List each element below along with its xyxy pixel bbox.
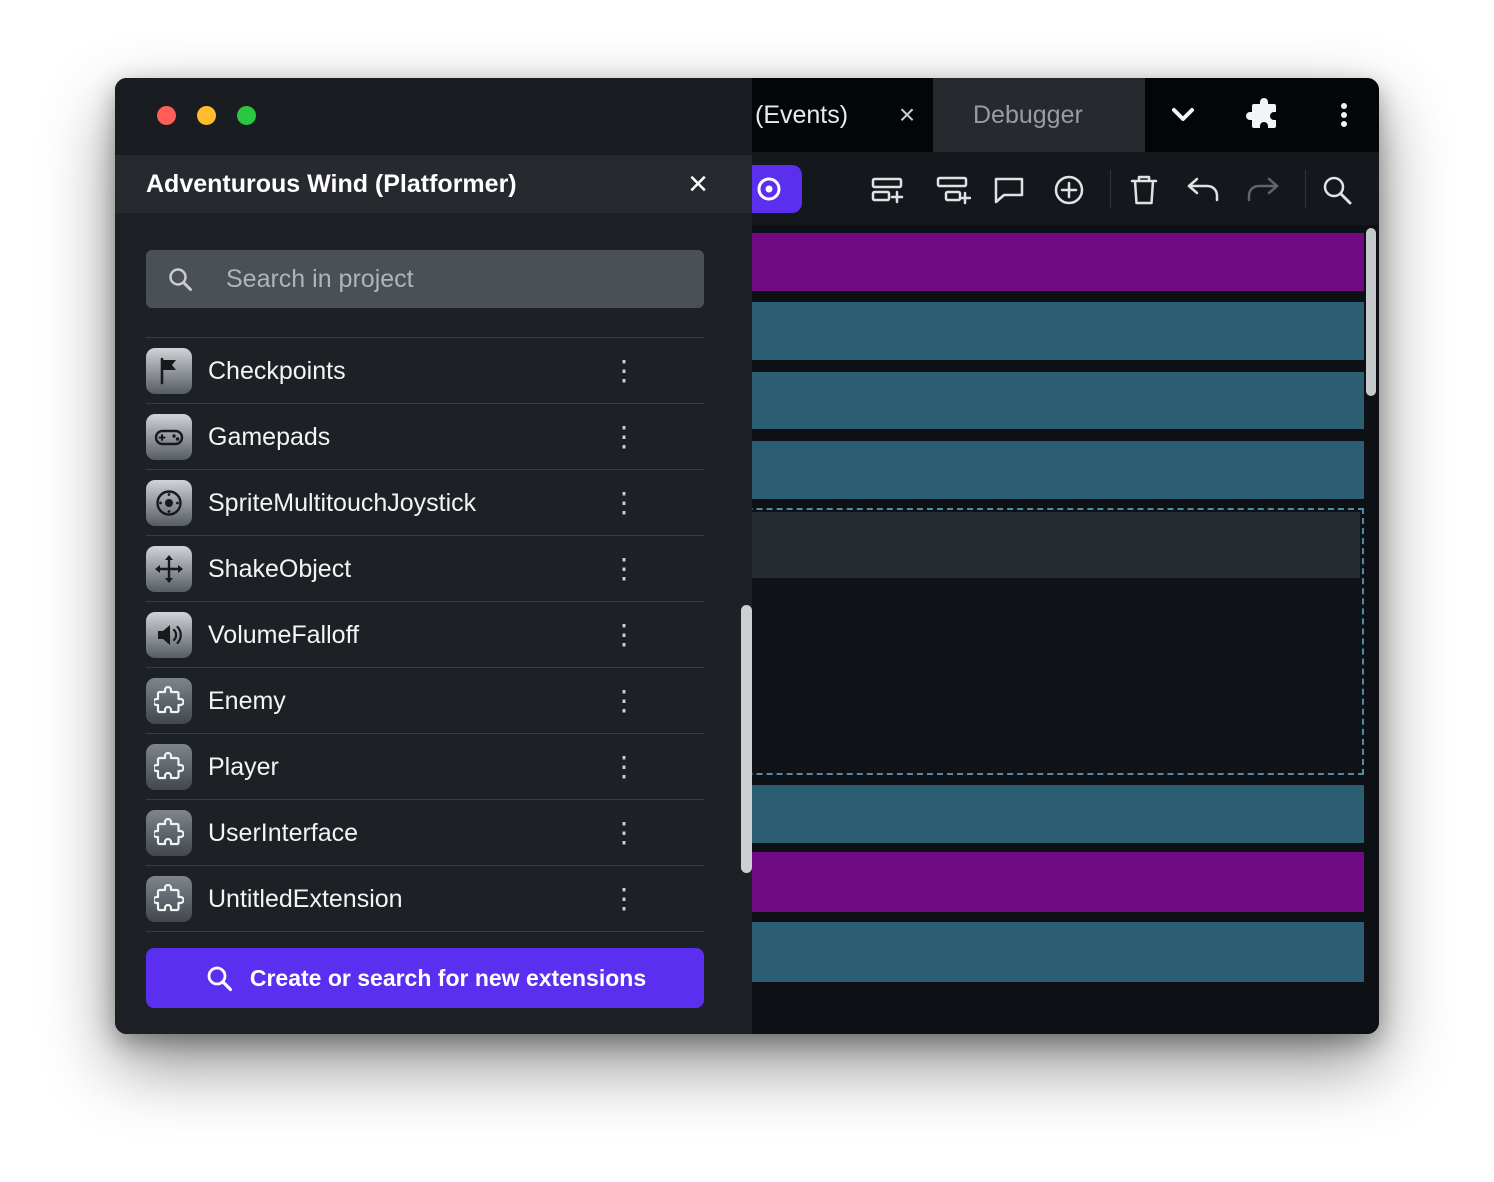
tab-close-icon[interactable]: × <box>890 98 924 132</box>
item-menu-kebab-icon[interactable]: ⋮ <box>610 487 638 519</box>
tab-debugger[interactable]: Debugger <box>933 78 1145 152</box>
window-chrome <box>115 78 752 155</box>
item-menu-kebab-icon[interactable]: ⋮ <box>610 685 638 717</box>
tab-debugger-label: Debugger <box>973 78 1083 152</box>
list-item-label: Enemy <box>208 668 286 734</box>
list-item-label: UntitledExtension <box>208 866 403 932</box>
speaker-icon <box>146 612 192 658</box>
traffic-minimize-button[interactable] <box>197 106 216 125</box>
chevron-down-icon[interactable] <box>1165 97 1201 133</box>
item-menu-kebab-icon[interactable]: ⋮ <box>610 883 638 915</box>
list-item-label: VolumeFalloff <box>208 602 359 668</box>
list-item-label: Player <box>208 734 279 800</box>
dialog-scrollbar-thumb[interactable] <box>741 605 752 873</box>
extensions-puzzle-icon[interactable] <box>1246 97 1282 133</box>
traffic-close-button[interactable] <box>157 106 176 125</box>
gamepad-icon <box>146 414 192 460</box>
dialog-close-icon[interactable]: × <box>678 164 718 204</box>
list-item-label: ShakeObject <box>208 536 351 602</box>
tab-events-label: (Events) <box>755 78 848 152</box>
create-extension-button[interactable]: Create or search for new extensions <box>146 948 704 1008</box>
list-item-untitledextension[interactable]: UntitledExtension ⋮ <box>146 866 704 932</box>
puzzle-icon <box>146 876 192 922</box>
list-item-label: UserInterface <box>208 800 358 866</box>
dialog-header: Adventurous Wind (Platformer) × <box>115 155 752 213</box>
list-item-label: SpriteMultitouchJoystick <box>208 470 476 536</box>
extension-list: Checkpoints ⋮ Gamepads ⋮ SpriteMultitouc… <box>146 337 704 932</box>
toolbar-divider <box>1305 170 1306 208</box>
puzzle-icon <box>146 678 192 724</box>
add-comment-icon[interactable] <box>990 171 1028 209</box>
list-item-shakeobject[interactable]: ShakeObject ⋮ <box>146 536 704 602</box>
redo-icon[interactable] <box>1244 171 1282 209</box>
project-search <box>146 250 704 308</box>
move-arrows-icon <box>146 546 192 592</box>
item-menu-kebab-icon[interactable]: ⋮ <box>610 553 638 585</box>
add-more-icon[interactable] <box>1050 171 1088 209</box>
list-item-label: Gamepads <box>208 404 330 470</box>
list-item-gamepads[interactable]: Gamepads ⋮ <box>146 404 704 470</box>
list-item-player[interactable]: Player ⋮ <box>146 734 704 800</box>
search-icon <box>166 265 194 293</box>
list-item-spritemultitouchjoystick[interactable]: SpriteMultitouchJoystick ⋮ <box>146 470 704 536</box>
item-menu-kebab-icon[interactable]: ⋮ <box>610 421 638 453</box>
list-item-label: Checkpoints <box>208 338 346 404</box>
search-input[interactable] <box>226 250 686 308</box>
editor-scrollbar-thumb[interactable] <box>1366 228 1376 396</box>
item-menu-kebab-icon[interactable]: ⋮ <box>610 817 638 849</box>
add-event-icon[interactable] <box>868 171 906 209</box>
list-item-userinterface[interactable]: UserInterface ⋮ <box>146 800 704 866</box>
puzzle-icon <box>146 810 192 856</box>
extensions-dialog: Adventurous Wind (Platformer) × Checkpoi… <box>115 78 752 1034</box>
delete-icon[interactable] <box>1125 171 1163 209</box>
list-item-volumefalloff[interactable]: VolumeFalloff ⋮ <box>146 602 704 668</box>
item-menu-kebab-icon[interactable]: ⋮ <box>610 355 638 387</box>
search-events-icon[interactable] <box>1318 171 1356 209</box>
search-icon <box>204 963 234 993</box>
item-menu-kebab-icon[interactable]: ⋮ <box>610 619 638 651</box>
app-window: (Events) × Debugger <box>115 78 1379 1034</box>
flag-icon <box>146 348 192 394</box>
dialog-title: Adventurous Wind (Platformer) <box>146 155 517 213</box>
toolbar-divider <box>1110 170 1111 208</box>
list-item-enemy[interactable]: Enemy ⋮ <box>146 668 704 734</box>
list-item-checkpoints[interactable]: Checkpoints ⋮ <box>146 338 704 404</box>
traffic-zoom-button[interactable] <box>237 106 256 125</box>
puzzle-icon <box>146 744 192 790</box>
undo-icon[interactable] <box>1184 171 1222 209</box>
joystick-icon <box>146 480 192 526</box>
create-extension-button-label: Create or search for new extensions <box>250 965 646 992</box>
window-menu-kebab-icon[interactable] <box>1330 97 1358 133</box>
item-menu-kebab-icon[interactable]: ⋮ <box>610 751 638 783</box>
add-subevent-icon[interactable] <box>933 171 971 209</box>
